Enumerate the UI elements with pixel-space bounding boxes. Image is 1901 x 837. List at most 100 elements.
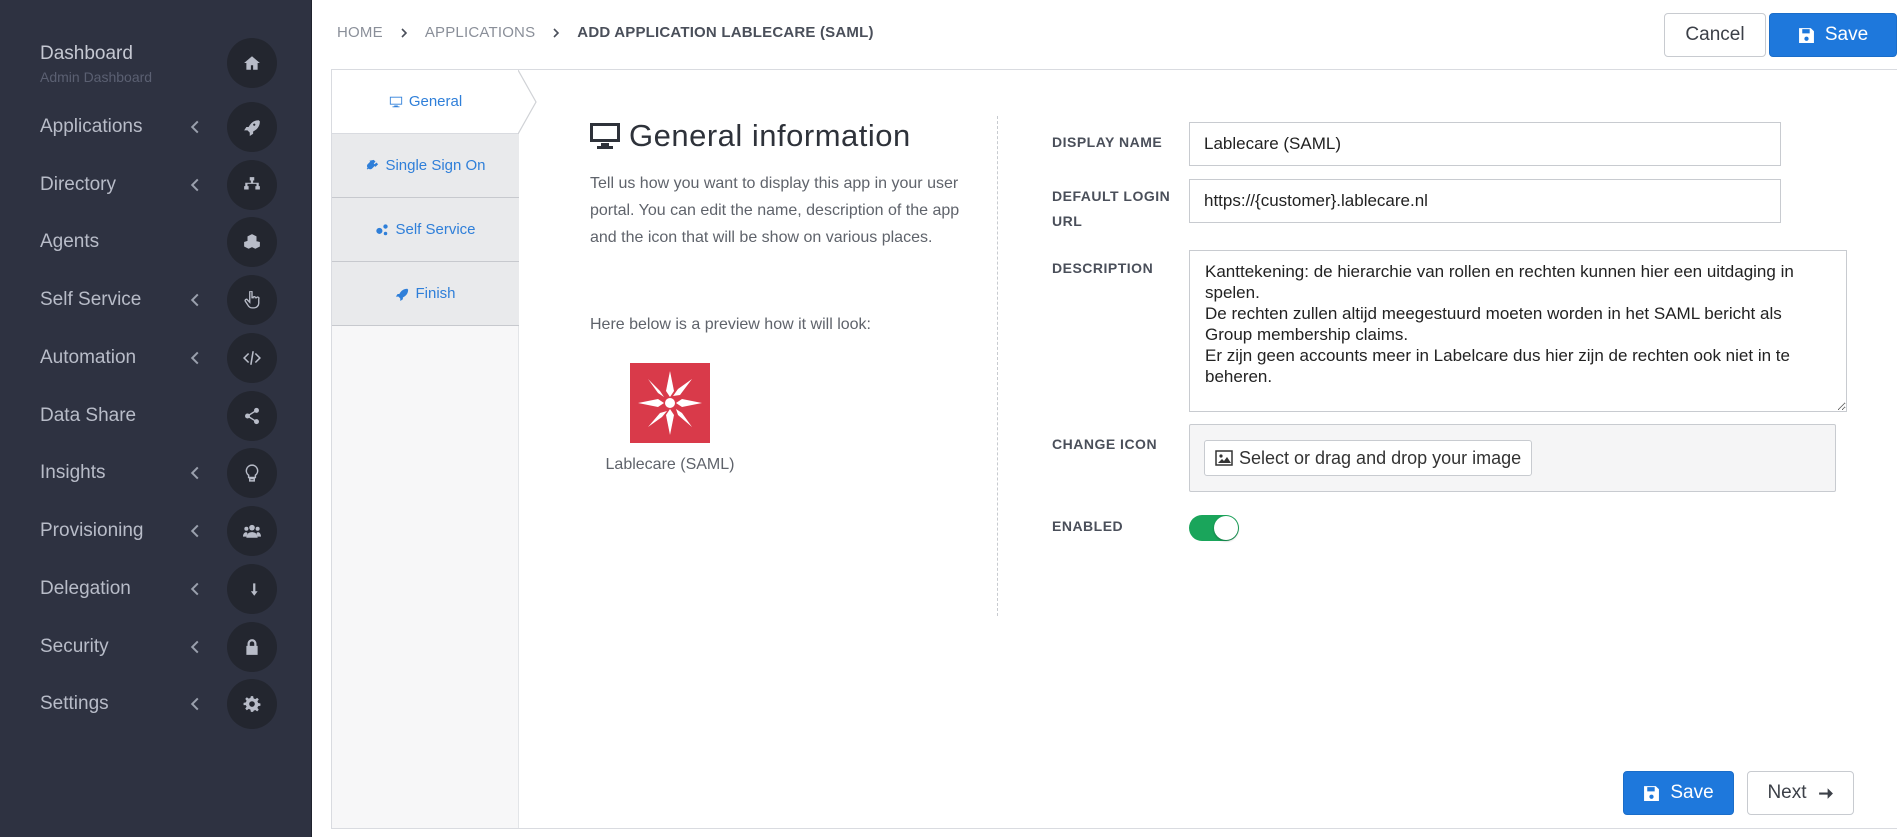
sidebar-item-label: Data Share	[40, 405, 137, 426]
tab-self-service[interactable]: Self Service	[332, 198, 519, 262]
tab-self-service-label: Self Service	[395, 221, 476, 238]
sidebar-item-label: Applications	[40, 116, 143, 137]
code-icon	[227, 333, 277, 383]
sidebar-item-applications[interactable]: Applications	[0, 98, 312, 156]
level-down-icon	[227, 564, 277, 614]
chevron-left-icon	[190, 466, 199, 480]
sidebar-item-label: Security	[40, 636, 109, 657]
wizard-card: General Single Sign On Self Service Fini…	[331, 69, 1897, 829]
rocket-icon	[396, 288, 409, 301]
sidebar-item-label: Delegation	[40, 578, 131, 599]
chevron-left-icon	[190, 120, 199, 134]
gear-icon	[227, 679, 277, 729]
sidebar-item-data-share[interactable]: Data Share	[0, 387, 312, 445]
cancel-button-label: Cancel	[1685, 24, 1745, 45]
active-tab-arrow	[518, 70, 537, 134]
sidebar-item-agents[interactable]: Agents	[0, 213, 312, 271]
description-label: DESCRIPTION	[1052, 260, 1154, 276]
cancel-button[interactable]: Cancel	[1664, 13, 1766, 57]
arrow-right-icon	[1818, 787, 1833, 799]
plug-icon	[367, 159, 379, 169]
share-icon	[227, 391, 277, 441]
enabled-label: ENABLED	[1052, 518, 1124, 534]
sidebar-item-label: Automation	[40, 347, 137, 368]
sidebar-item-provisioning[interactable]: Provisioning	[0, 502, 312, 560]
wizard-tabs: General Single Sign On Self Service Fini…	[332, 70, 537, 828]
toggle-knob	[1214, 516, 1238, 540]
save-icon	[1798, 27, 1814, 43]
section-divider	[997, 116, 998, 616]
icon-dropzone[interactable]: Select or drag and drop your image	[1189, 424, 1836, 492]
desktop-icon	[590, 123, 620, 149]
users-icon	[227, 506, 277, 556]
chevron-left-icon	[190, 178, 199, 192]
display-name-field[interactable]: Lablecare (SAML)	[1189, 122, 1781, 166]
sidebar-item-security[interactable]: Security	[0, 618, 312, 676]
image-icon	[1215, 450, 1233, 466]
sidebar-item-dashboard[interactable]: Dashboard Admin Dashboard	[0, 34, 312, 94]
chevron-left-icon	[190, 582, 199, 596]
sidebar-item-self-service[interactable]: Self Service	[0, 271, 312, 329]
gears-icon	[376, 223, 389, 235]
sitemap-icon	[227, 160, 277, 210]
preview-label: Here below is a preview how it will look…	[590, 316, 871, 333]
section-description: Tell us how you want to display this app…	[590, 175, 960, 246]
chevron-left-icon	[190, 697, 199, 711]
sidebar-item-automation[interactable]: Automation	[0, 329, 312, 387]
tab-sso-label: Single Sign On	[385, 157, 486, 174]
description-field[interactable]	[1189, 250, 1847, 412]
sidebar-item-label: Insights	[40, 462, 106, 483]
tab-general-label: General	[408, 93, 463, 110]
rocket-icon	[227, 102, 277, 152]
cubes-icon	[227, 217, 277, 267]
sidebar-item-label: Directory	[40, 174, 117, 195]
save-button-label: Save	[1824, 24, 1869, 45]
app-logo	[630, 363, 710, 443]
sidebar: Dashboard Admin Dashboard Applications D…	[0, 0, 312, 837]
save-icon	[1644, 785, 1660, 801]
chevron-right-icon	[553, 27, 560, 38]
sidebar-item-label: Self Service	[40, 289, 142, 310]
sidebar-item-delegation[interactable]: Delegation	[0, 560, 312, 618]
home-icon	[227, 38, 277, 88]
sidebar-item-sublabel: Admin Dashboard	[40, 69, 153, 85]
lock-icon	[227, 622, 277, 672]
display-name-label: DISPLAY NAME	[1052, 134, 1163, 150]
hand-pointer-icon	[227, 275, 277, 325]
tab-general[interactable]: General	[332, 70, 519, 134]
sidebar-item-directory[interactable]: Directory	[0, 156, 312, 214]
enabled-toggle[interactable]	[1189, 515, 1239, 541]
chevron-left-icon	[190, 351, 199, 365]
breadcrumb-applications[interactable]: APPLICATIONS	[425, 24, 535, 41]
app-preview-name: Lablecare (SAML)	[605, 456, 735, 473]
change-icon-label: CHANGE ICON	[1052, 436, 1158, 452]
sidebar-item-settings[interactable]: Settings	[0, 675, 312, 733]
breadcrumb: HOME APPLICATIONS ADD APPLICATION LABLEC…	[337, 24, 874, 41]
section-title: General information	[589, 118, 911, 154]
tab-finish[interactable]: Finish	[332, 262, 519, 326]
save-button-bottom[interactable]: Save	[1623, 771, 1734, 815]
select-image-label: Select or drag and drop your image	[1239, 447, 1522, 468]
lightbulb-icon	[227, 448, 277, 498]
login-url-field[interactable]: https://{customer}.lablecare.nl	[1189, 179, 1781, 223]
sidebar-item-label: Agents	[40, 231, 100, 252]
breadcrumb-home[interactable]: HOME	[337, 24, 383, 41]
chevron-left-icon	[190, 524, 199, 538]
chevron-left-icon	[190, 640, 199, 654]
next-button[interactable]: Next	[1747, 771, 1854, 815]
save-button[interactable]: Save	[1769, 13, 1897, 57]
next-button-label: Next	[1767, 782, 1807, 803]
select-image-button[interactable]: Select or drag and drop your image	[1204, 440, 1533, 476]
tab-single-sign-on[interactable]: Single Sign On	[332, 134, 519, 198]
sidebar-item-insights[interactable]: Insights	[0, 444, 312, 502]
desktop-icon	[389, 96, 402, 107]
login-url-label: DEFAULT LOGIN URL	[1052, 188, 1171, 229]
main-content: HOME APPLICATIONS ADD APPLICATION LABLEC…	[313, 0, 1901, 837]
breadcrumb-current: ADD APPLICATION LABLECARE (SAML)	[577, 24, 874, 41]
save-button-label: Save	[1670, 782, 1714, 803]
section-title-text: General information	[629, 118, 911, 153]
sidebar-item-label: Provisioning	[40, 520, 144, 541]
chevron-left-icon	[190, 293, 199, 307]
sidebar-item-label: Settings	[40, 693, 109, 714]
chevron-right-icon	[401, 27, 407, 38]
